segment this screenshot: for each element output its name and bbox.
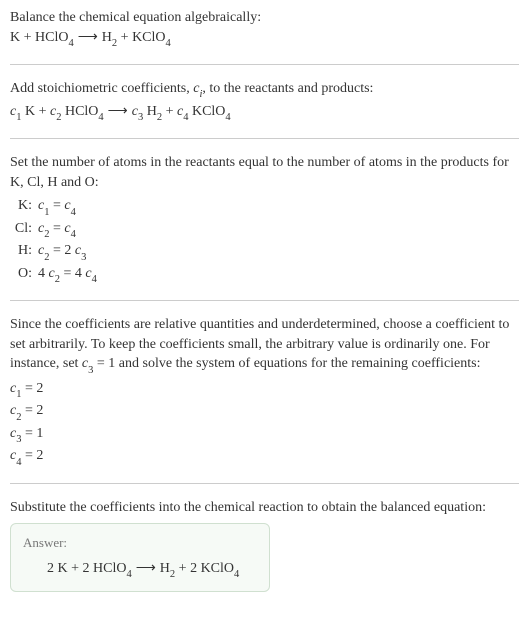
divider — [10, 300, 519, 301]
c4-value: c4 = 2 — [10, 446, 519, 468]
atom-eq-cl: c2 = c4 — [38, 219, 76, 241]
answer-box: Answer: 2 K + 2 HClO4⟶H2 + 2 KClO4 — [10, 523, 270, 592]
unbalanced-equation: K + HClO4⟶H2 + KClO4 — [10, 28, 519, 50]
solve-text-b: and solve the system of equations for th… — [115, 356, 480, 371]
table-row: H: c2 = 2 c3 — [14, 241, 519, 263]
section-coefficients: Add stoichiometric coefficients, ci, to … — [10, 79, 519, 124]
section-solve: Since the coefficients are relative quan… — [10, 315, 519, 469]
atom-eq-k: c1 = c4 — [38, 196, 76, 218]
divider — [10, 483, 519, 484]
section-problem: Balance the chemical equation algebraica… — [10, 8, 519, 50]
divider — [10, 138, 519, 139]
atom-balance-table: K: c1 = c4 Cl: c2 = c4 H: c2 = 2 c3 O: 4… — [14, 196, 519, 286]
atom-balance-intro: Set the number of atoms in the reactants… — [10, 153, 519, 192]
atom-eq-o: 4 c2 = 4 c4 — [38, 264, 97, 286]
table-row: O: 4 c2 = 4 c4 — [14, 264, 519, 286]
substitute-text: Substitute the coefficients into the che… — [10, 498, 519, 518]
divider — [10, 64, 519, 65]
coeff-intro-c: , to the reactants and products: — [202, 81, 373, 96]
balanced-equation: 2 K + 2 HClO4⟶H2 + 2 KClO4 — [23, 559, 257, 581]
coeff-intro-a: Add stoichiometric coefficients, — [10, 81, 193, 96]
coefficient-solution: c1 = 2 c2 = 2 c3 = 1 c4 = 2 — [10, 379, 519, 469]
atom-key-o: O: — [14, 264, 38, 286]
generic-equation: c1 K + c2 HClO4⟶c3 H2 + c4 KClO4 — [10, 102, 519, 124]
answer-label: Answer: — [23, 534, 257, 552]
table-row: Cl: c2 = c4 — [14, 219, 519, 241]
section-atom-balance: Set the number of atoms in the reactants… — [10, 153, 519, 286]
atom-key-cl: Cl: — [14, 219, 38, 241]
table-row: K: c1 = c4 — [14, 196, 519, 218]
c1-value: c1 = 2 — [10, 379, 519, 401]
section-substitute: Substitute the coefficients into the che… — [10, 498, 519, 592]
solve-text: Since the coefficients are relative quan… — [10, 315, 519, 377]
problem-line1: Balance the chemical equation algebraica… — [10, 8, 519, 28]
coeff-intro: Add stoichiometric coefficients, ci, to … — [10, 79, 519, 101]
atom-eq-h: c2 = 2 c3 — [38, 241, 86, 263]
c3-value: c3 = 1 — [10, 424, 519, 446]
c2-value: c2 = 2 — [10, 401, 519, 423]
atom-key-h: H: — [14, 241, 38, 263]
atom-key-k: K: — [14, 196, 38, 218]
